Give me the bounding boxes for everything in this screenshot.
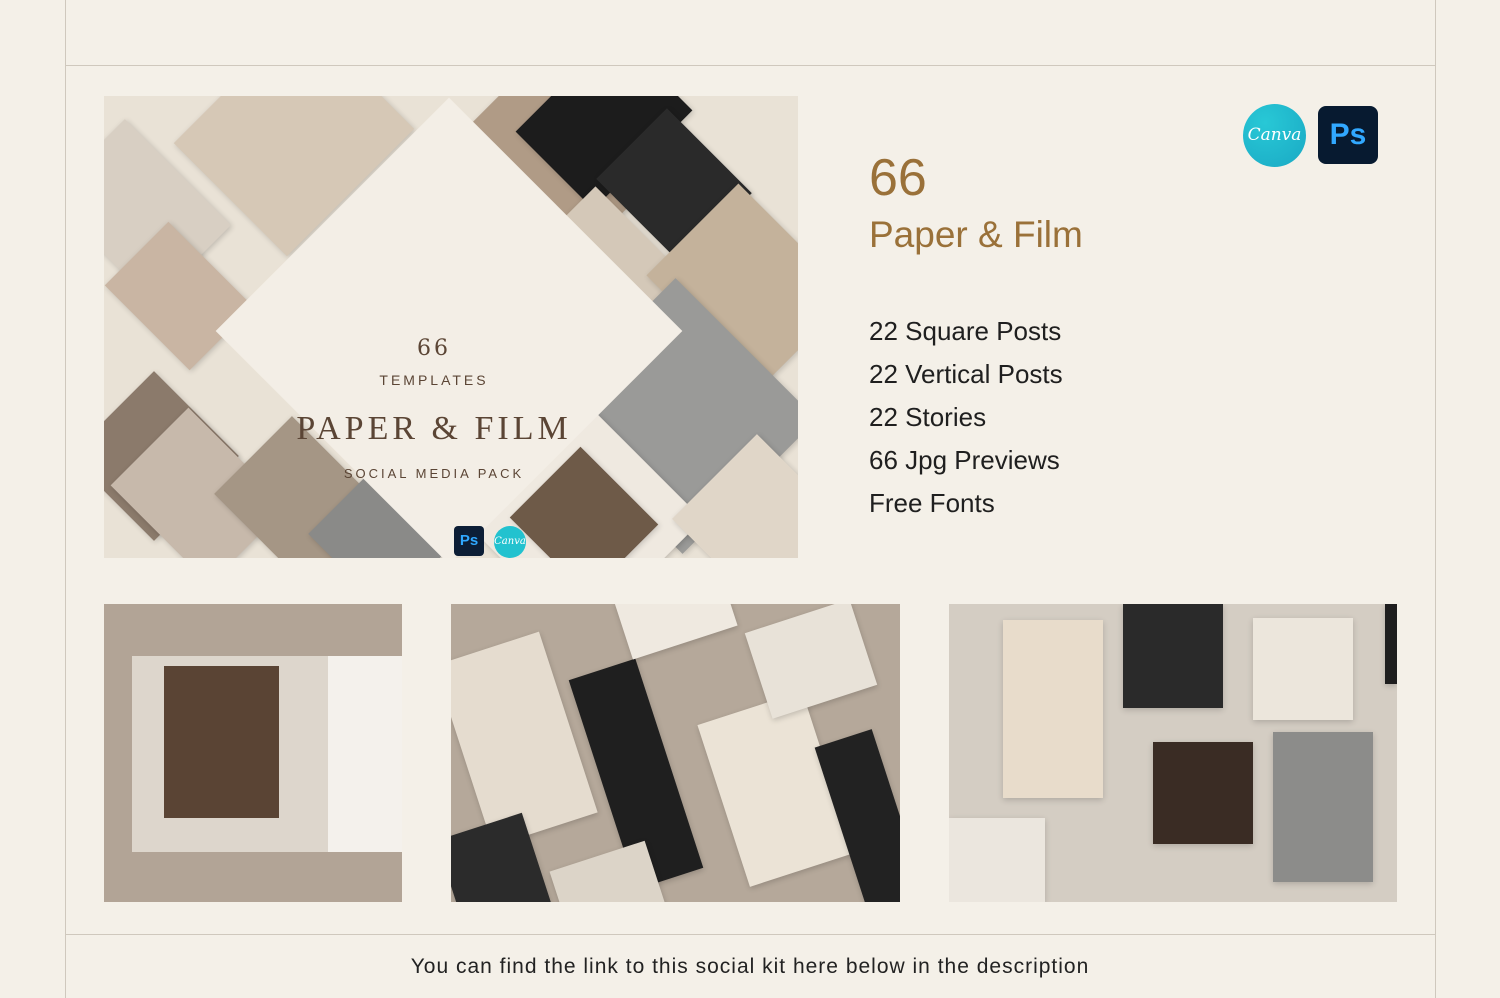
- hero-count: 66: [417, 336, 451, 361]
- photoshop-icon: Ps: [454, 526, 484, 556]
- frame-right-line: [1435, 0, 1436, 998]
- square-post-preview-image: [104, 604, 402, 902]
- template-count: 66: [869, 149, 927, 207]
- photo-tile: [1385, 604, 1397, 684]
- frame-bottom-line: [66, 934, 1436, 935]
- photo-tile: [1253, 618, 1353, 720]
- hero-collage-image: 66 TEMPLATES PAPER & FILM SOCIAL MEDIA P…: [104, 96, 798, 558]
- hero-subtitle: SOCIAL MEDIA PACK: [343, 466, 525, 481]
- photo-tile: [1273, 732, 1373, 882]
- feature-item: 22 Square Posts: [869, 316, 1062, 346]
- footer-note: You can find the link to this social kit…: [410, 955, 1090, 978]
- photo-tile: [949, 818, 1045, 902]
- photo-tile: [1153, 742, 1253, 844]
- feature-item: 22 Vertical Posts: [869, 359, 1063, 389]
- frame-left-line: [65, 0, 66, 998]
- canva-icon: Canva: [494, 526, 526, 558]
- photo-tile: [744, 604, 878, 719]
- photo-tile: [1123, 604, 1223, 708]
- photo-tile: [451, 631, 598, 847]
- stories-preview-image: [949, 604, 1397, 902]
- post-photo: [164, 666, 279, 818]
- feature-list: 22 Square Posts 22 Vertical Posts 22 Sto…: [869, 312, 1063, 527]
- canva-logo-icon: Canva: [1243, 104, 1306, 167]
- photoshop-logo-icon: Ps: [1318, 106, 1378, 164]
- frame-top-line: [66, 65, 1436, 66]
- hero-templates-label: TEMPLATES: [379, 372, 489, 388]
- photo-tile: [1003, 620, 1103, 798]
- feature-item: Free Fonts: [869, 488, 995, 518]
- photo-tile: [614, 604, 738, 660]
- feature-item: 22 Stories: [869, 402, 987, 432]
- product-title: Paper & Film: [869, 214, 1083, 255]
- hero-title: PAPER & FILM: [296, 410, 572, 447]
- feature-item: 66 Jpg Previews: [869, 445, 1060, 475]
- vertical-posts-preview-image: [451, 604, 900, 902]
